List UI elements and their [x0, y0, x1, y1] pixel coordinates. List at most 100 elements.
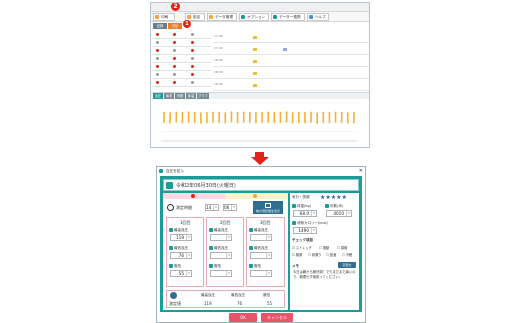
systolic-input[interactable]: ▾ [210, 234, 232, 241]
table-row[interactable]: 18:00 [213, 55, 369, 67]
systolic-point [230, 111, 233, 113]
check-medication[interactable]: ☑ 服薬 [292, 252, 302, 257]
table-row[interactable]: 17:00 [213, 31, 369, 43]
list-item[interactable] [153, 79, 211, 87]
time-separator: : [220, 204, 222, 209]
list-item[interactable] [153, 31, 211, 39]
systolic-value: 119 [176, 235, 184, 240]
list-item[interactable] [153, 55, 211, 63]
diastolic-label: 最低血圧 [254, 246, 268, 250]
session-2-card: 2回目 最高血圧 ▾ 最低血圧 ▾ 脈拍 ▾ [206, 217, 244, 287]
diastolic-point [200, 122, 202, 124]
tab-record[interactable]: 記録 [153, 23, 167, 29]
toolbar-data-button[interactable]: データ管理 [207, 13, 237, 21]
down-arrow-icon [251, 157, 269, 165]
cancel-button[interactable]: キャンセル [261, 313, 293, 322]
weight-input[interactable]: 68.0 ▾ [293, 210, 317, 217]
table-row[interactable]: 18:30 [213, 67, 369, 79]
date-bar: 令和2年06月30日(火曜日) [163, 179, 359, 191]
toolbar-help-button[interactable]: ヘルプ [307, 13, 329, 21]
tab-diary[interactable]: 日記 [168, 23, 182, 29]
check-headache[interactable]: ☐ 頭痛 [337, 245, 347, 250]
memo-template-button[interactable]: 定型文 [338, 262, 356, 268]
main-tabs: 記録 日記 1 [151, 20, 369, 30]
row-time-label: 17:30 [214, 46, 223, 50]
check-label: 運動 [322, 246, 330, 250]
systolic-point [316, 112, 318, 115]
table-row[interactable]: 17:30 [213, 43, 369, 55]
heart-icon [249, 228, 253, 232]
dropdown-icon: ▾ [346, 211, 351, 216]
pulse-input[interactable]: ▾ [210, 270, 232, 277]
diastolic-point [224, 122, 227, 124]
diastolic-point [340, 121, 343, 124]
diastolic-input[interactable]: ▾ [250, 252, 272, 259]
diastolic-point [218, 121, 220, 124]
diastolic-point [181, 121, 184, 124]
systolic-point [218, 111, 220, 114]
toolbar-sync-button[interactable]: データー連携 [271, 13, 305, 21]
row-time-label: 18:30 [214, 70, 223, 74]
diastolic-label: 最低血圧 [174, 246, 188, 250]
check-drinking[interactable]: ☐ 飲酒 [326, 252, 336, 257]
bp-entry-dialog: 血圧を記入 ✕ 令和2年06月30日(火曜日) 測定時間 14 ▾ : 06 ▾ 前… [156, 166, 366, 323]
check-insomnia[interactable]: ☐ 不眠 [342, 252, 352, 257]
diastolic-input[interactable]: ▾ [210, 252, 232, 259]
table-row[interactable]: 19:00 [213, 79, 369, 91]
dialog-title: 血圧を記入 [166, 169, 184, 173]
dropdown-icon: ▾ [311, 228, 316, 233]
table-icon [265, 203, 271, 208]
diastolic-point [304, 121, 306, 124]
list-item[interactable] [153, 39, 211, 47]
diastolic-point [163, 121, 165, 124]
diastolic-point [273, 121, 276, 124]
check-items: ☑ ストレッチ ☐ 運動 ☐ 頭痛 ☑ 服薬 ☐ 肩凝り ☐ 飲酒 ☐ 不眠 [292, 245, 358, 261]
check-stretch[interactable]: ☑ ストレッチ [292, 245, 312, 250]
toolbar-label: 印刷 [161, 15, 169, 19]
summary-pulse-label: 脈拍 [263, 293, 270, 297]
check-label: 肩凝り [311, 253, 322, 257]
heart-icon [249, 246, 253, 250]
check-stiff-shoulder[interactable]: ☐ 肩凝り [308, 252, 321, 257]
toolbar-option-button[interactable]: オプション [239, 13, 269, 21]
systolic-input[interactable]: 119 ▾ [170, 234, 192, 241]
dropdown-icon: ▾ [226, 253, 231, 258]
check-label: ストレッチ [295, 246, 312, 250]
summary-diastolic-value: 76 [237, 301, 243, 306]
evening-header [225, 193, 288, 199]
star-rating[interactable]: ★★★★★ [320, 194, 347, 201]
pulse-input[interactable]: 55 ▾ [170, 270, 192, 277]
ok-button[interactable]: OK [229, 313, 257, 322]
session-title: 1回目 [180, 220, 191, 225]
minute-input[interactable]: 06 ▾ [223, 204, 237, 211]
diastolic-point [193, 121, 196, 124]
memo-textarea[interactable]: 今日は朝から絶好調！でもまだまだ暑いので、無理せず頑張ってください。 [293, 270, 356, 292]
close-icon[interactable]: ✕ [359, 167, 363, 175]
gear-icon [187, 15, 191, 19]
systolic-input[interactable]: ▾ [250, 234, 272, 241]
list-item[interactable] [153, 71, 211, 79]
systolic-point [334, 111, 337, 114]
list-item[interactable] [153, 63, 211, 71]
heart-icon [169, 246, 173, 250]
app-icon [159, 169, 163, 173]
summary-diastolic-label: 最低血圧 [231, 293, 245, 297]
pulse-input[interactable]: ▾ [250, 270, 272, 277]
diastolic-input[interactable]: 76 ▾ [170, 252, 192, 259]
list-item[interactable] [153, 47, 211, 55]
dropdown-icon: ▾ [311, 211, 316, 216]
session-title: 2回目 [220, 220, 231, 225]
check-exercise[interactable]: ☐ 運動 [319, 245, 329, 250]
calendar-icon[interactable] [166, 182, 173, 189]
health-panel: 気分・快調 ★★★★★ 体重(kg) 68.0 ▾ 歩数(歩) 4010 ▾ 消費カ… [290, 193, 359, 310]
main-window-screenshot: 印刷 設定 データ管理 オプション データー連携 ヘルプ 2 記録 日記 1 1… [150, 2, 370, 148]
heart-icon [169, 228, 173, 232]
toolbar-print-button[interactable]: 印刷 [153, 13, 175, 21]
calorie-input[interactable]: 1490 ▾ [293, 227, 317, 234]
pulse-value: 55 [178, 271, 184, 276]
steps-input[interactable]: 4010 ▾ [326, 210, 352, 217]
hour-input[interactable]: 14 ▾ [205, 204, 219, 211]
spinner-icon[interactable]: ▾ [213, 205, 218, 210]
previous-values-button[interactable]: 前の測定値を表示 [253, 201, 283, 214]
spinner-icon[interactable]: ▾ [231, 205, 236, 210]
